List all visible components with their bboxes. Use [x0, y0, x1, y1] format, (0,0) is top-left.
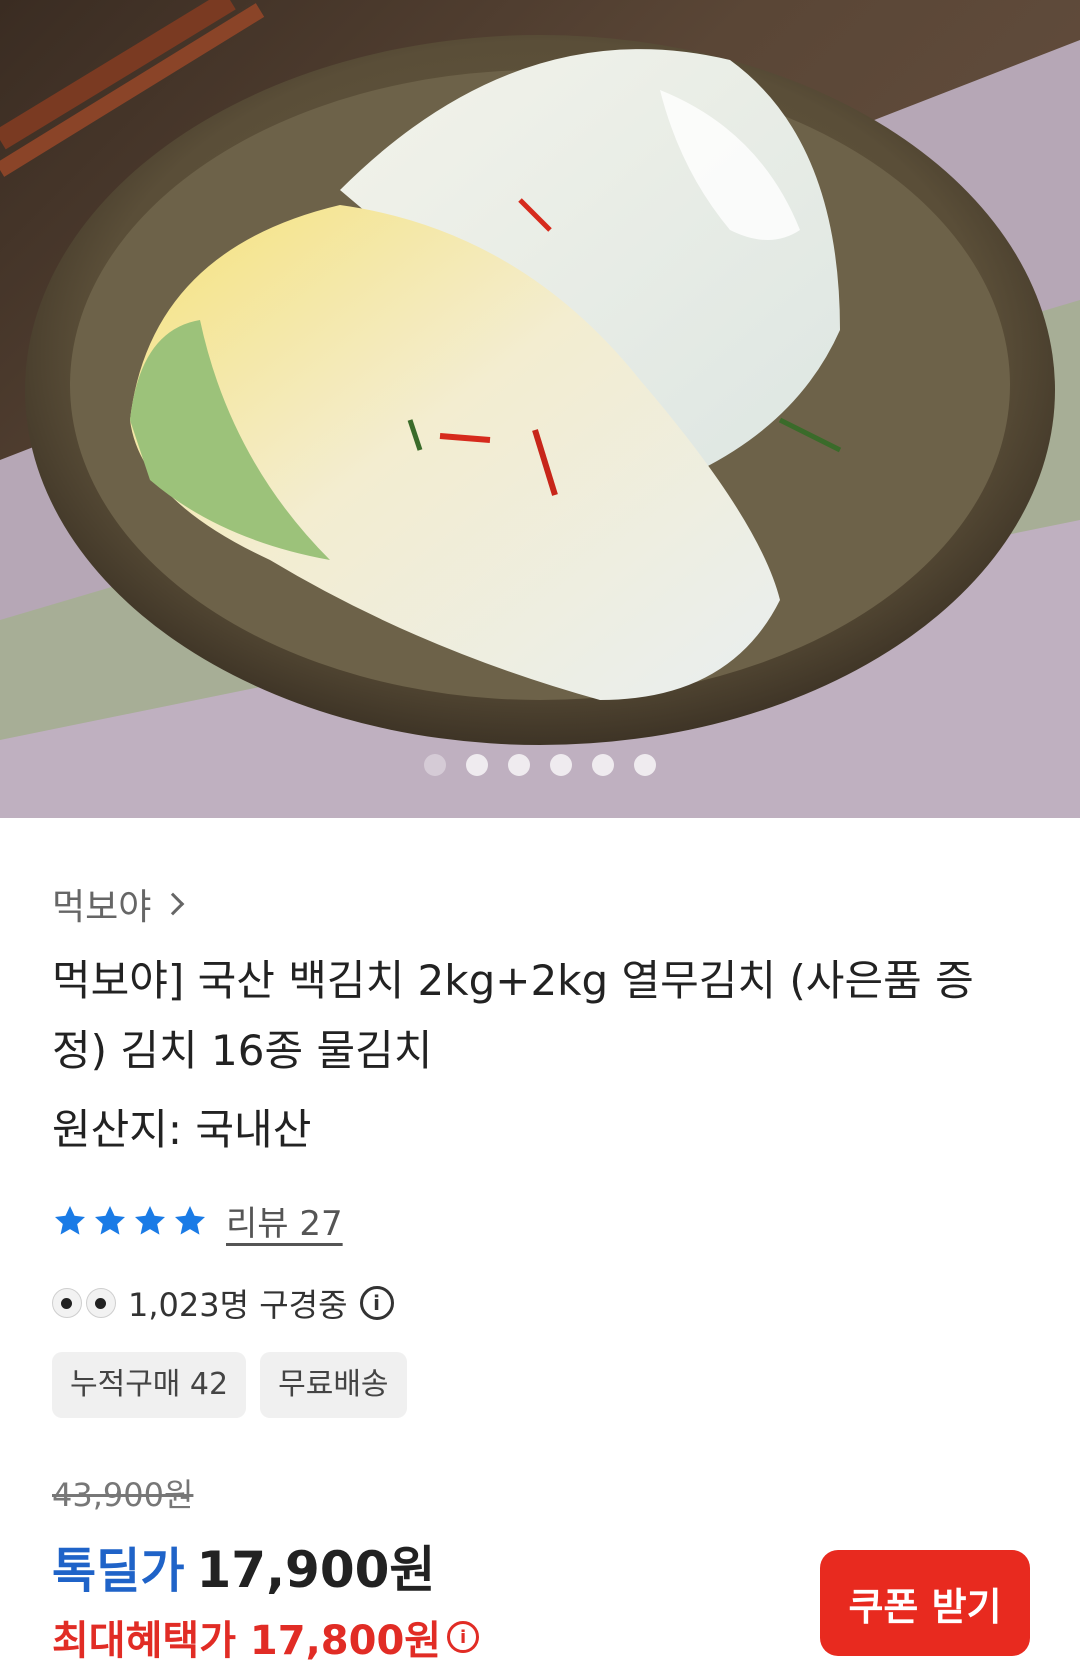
- info-icon[interactable]: i: [447, 1621, 480, 1653]
- star-icon: [135, 1205, 165, 1235]
- eyes-icon: [52, 1288, 116, 1318]
- max-benefit-row: 최대혜택가 17,800원 i: [52, 1608, 480, 1666]
- kimchi-plate-illustration: [0, 0, 1080, 818]
- deal-price-row: 톡딜가 17,900원: [52, 1530, 435, 1602]
- viewers-count: 1,023명 구경중: [128, 1286, 348, 1324]
- carousel-dot[interactable]: [424, 754, 446, 776]
- seller-name: 먹보야: [52, 887, 152, 928]
- info-icon[interactable]: i: [359, 1286, 394, 1320]
- carousel-dot[interactable]: [634, 754, 656, 776]
- carousel-dot[interactable]: [550, 754, 572, 776]
- coupon-button[interactable]: 쿠폰 받기: [820, 1550, 1030, 1656]
- deal-label: 톡딜가: [52, 1543, 185, 1599]
- star-icon: [95, 1205, 125, 1235]
- product-image[interactable]: [0, 0, 1080, 818]
- carousel-dot[interactable]: [592, 754, 614, 776]
- original-price: 43,900원: [52, 1476, 194, 1514]
- seller-link[interactable]: 먹보야: [52, 878, 185, 930]
- carousel-dot[interactable]: [466, 754, 488, 776]
- review-link[interactable]: 리뷰 27: [226, 1196, 343, 1245]
- carousel-indicator[interactable]: [0, 754, 1080, 776]
- tag-free-shipping: 무료배송: [260, 1352, 407, 1418]
- chevron-right-icon: [162, 892, 185, 916]
- deal-price: 17,900원: [196, 1541, 436, 1599]
- star-icon: [55, 1205, 85, 1235]
- tag-cumulative-purchase: 누적구매 42: [52, 1352, 247, 1418]
- star-icon: [175, 1205, 205, 1235]
- product-origin: 원산지: 국내산: [52, 1105, 312, 1154]
- tag-list: 누적구매 42 무료배송: [52, 1352, 407, 1418]
- viewers-row: 1,023명 구경중 i: [52, 1280, 394, 1326]
- product-title: 먹보야] 국산 백김치 2kg+2kg 열무김치 (사은품 증정) 김치 16종…: [52, 956, 974, 1075]
- rating-row: 리뷰 27: [52, 1196, 343, 1245]
- carousel-dot[interactable]: [508, 754, 530, 776]
- max-benefit-price: 최대혜택가 17,800원: [52, 1618, 442, 1664]
